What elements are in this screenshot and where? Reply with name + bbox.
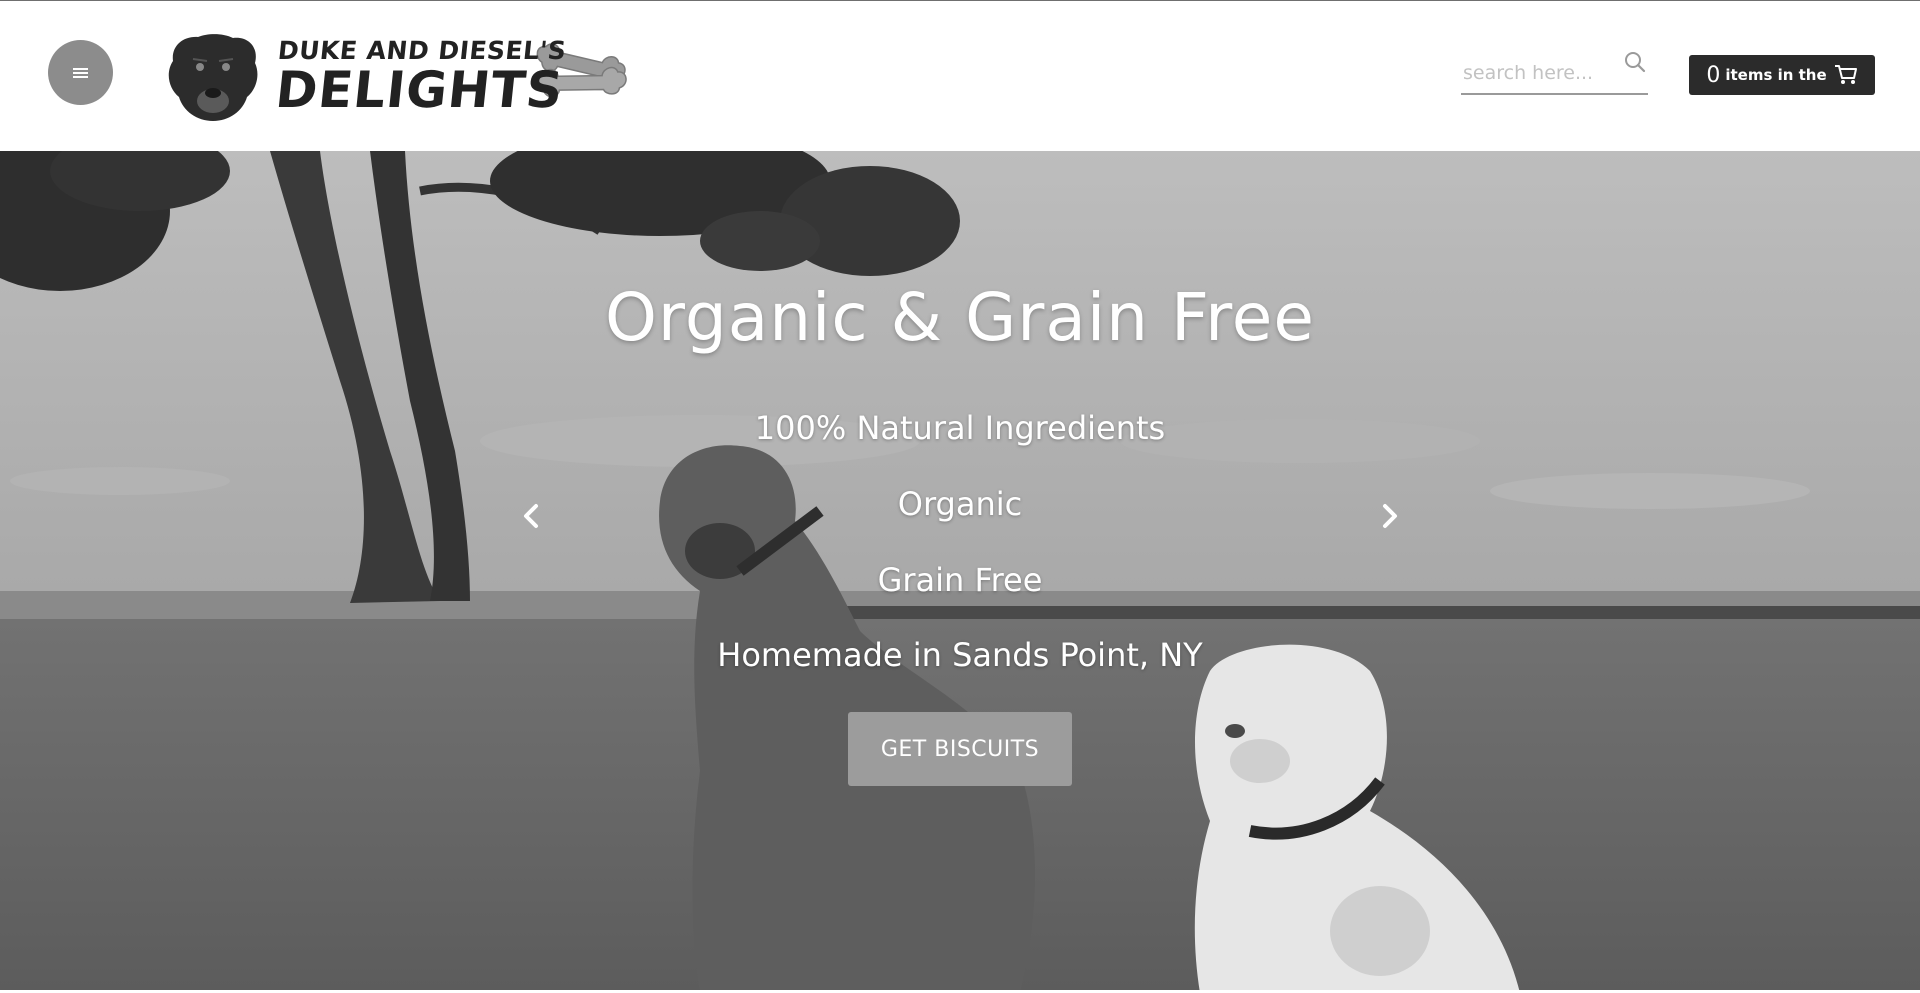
site-logo[interactable]: DUKE AND DIESEL'S DELIGHTS (163, 31, 643, 121)
search-box (1461, 49, 1648, 95)
cart-count: 0 (1706, 62, 1721, 88)
search-input[interactable] (1461, 59, 1625, 87)
hero-subline: Organic (897, 485, 1023, 523)
site-header: DUKE AND DIESEL'S DELIGHTS 0 items in th… (0, 1, 1920, 151)
logo-text-main: DELIGHTS (272, 61, 567, 119)
hero-subline: 100% Natural Ingredients (754, 409, 1166, 447)
cart-button[interactable]: 0 items in the (1689, 55, 1875, 95)
hero-slider: Organic & Grain Free 100% Natural Ingred… (0, 151, 1920, 993)
hero-subline: Homemade in Sands Point, NY (717, 636, 1203, 674)
hero-headline: Organic & Grain Free (604, 279, 1316, 356)
search-icon[interactable] (1622, 49, 1648, 75)
cart-label: items in the (1725, 66, 1827, 84)
menu-button[interactable] (48, 40, 113, 105)
hero-subline: Grain Free (877, 561, 1043, 599)
shopping-cart-icon (1834, 64, 1858, 86)
get-biscuits-button[interactable]: GET BISCUITS (848, 712, 1072, 786)
